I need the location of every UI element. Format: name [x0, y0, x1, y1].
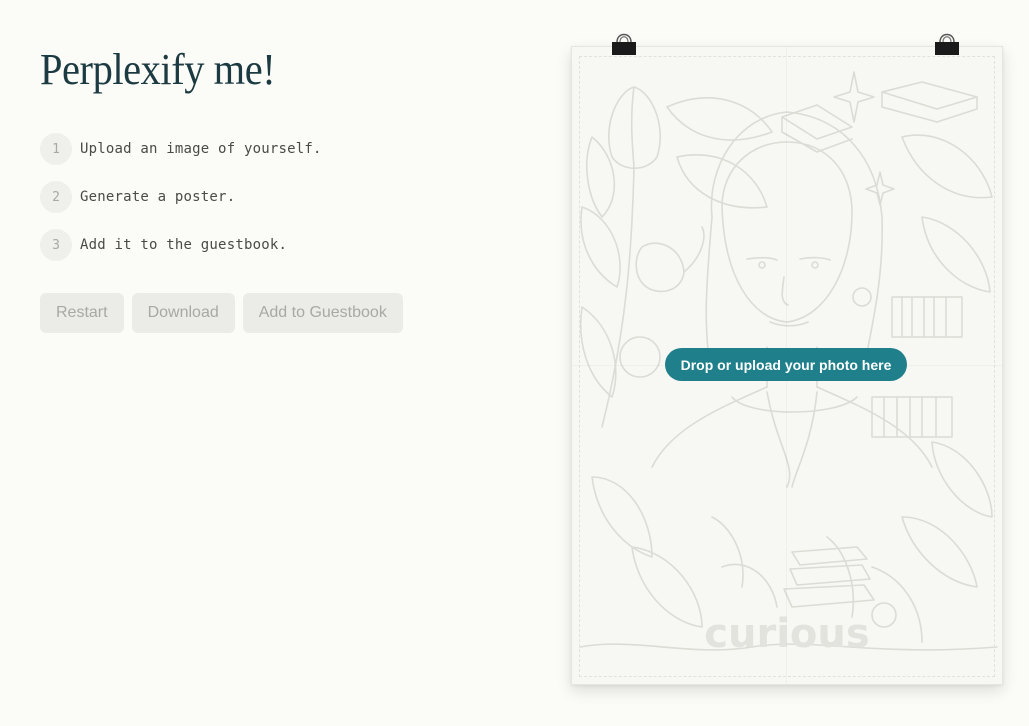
download-button[interactable]: Download — [131, 293, 235, 333]
add-to-guestbook-button[interactable]: Add to Guestbook — [242, 293, 403, 333]
step-text: Add it to the guestbook. — [80, 237, 288, 253]
binder-clip-icon — [612, 33, 636, 55]
action-buttons: Restart Download Add to Guestbook — [40, 293, 403, 333]
step-item: 2 Generate a poster. — [40, 181, 322, 213]
step-number: 2 — [40, 181, 72, 213]
steps-list: 1 Upload an image of yourself. 2 Generat… — [40, 133, 322, 277]
page-title: Perplexify me! — [40, 45, 276, 94]
step-number: 1 — [40, 133, 72, 165]
step-text: Generate a poster. — [80, 189, 236, 205]
binder-clip-icon — [935, 33, 959, 55]
step-number: 3 — [40, 229, 72, 261]
upload-photo-button[interactable]: Drop or upload your photo here — [665, 348, 907, 381]
step-item: 1 Upload an image of yourself. — [40, 133, 322, 165]
step-item: 3 Add it to the guestbook. — [40, 229, 322, 261]
restart-button[interactable]: Restart — [40, 293, 124, 333]
step-text: Upload an image of yourself. — [80, 141, 322, 157]
